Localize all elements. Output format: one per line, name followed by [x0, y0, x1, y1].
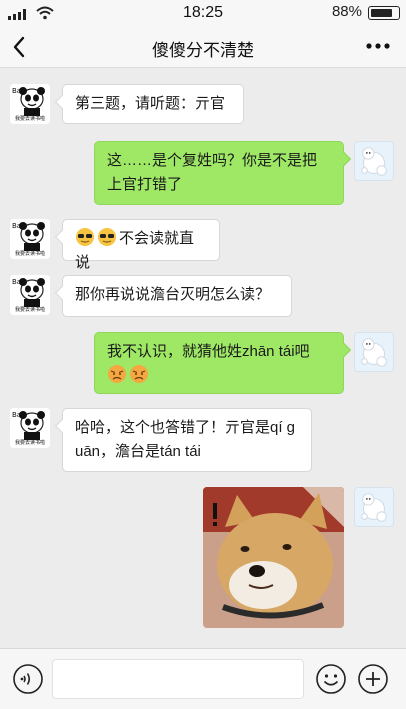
- worried-emoji: [130, 365, 148, 383]
- avatar-panda[interactable]: Bai 我要去读书啦: [10, 84, 50, 124]
- svg-text:Bai: Bai: [12, 222, 23, 230]
- avatar-stamp-text: 我要去读书啦: [14, 307, 45, 313]
- message-bubble[interactable]: 这……是个复姓吗？你是不是把上官打错了: [94, 141, 352, 205]
- avatar-panda[interactable]: Bai 我要去读书啦: [10, 219, 50, 259]
- message-bubble[interactable]: 第三题，请听题：亓官: [54, 84, 244, 124]
- message-list[interactable]: Bai 我要去读书啦 第三题，请听题：亓官 这……是个复姓吗？你是不是把上官打错…: [0, 68, 406, 648]
- message-bubble[interactable]: 我不认识，就猜他姓zhān tái吧: [94, 332, 352, 394]
- snowman-icon: [361, 338, 387, 367]
- avatar-snowman[interactable]: [354, 332, 394, 372]
- emoji-icon[interactable]: [315, 663, 347, 695]
- avatar-panda[interactable]: Bai 我要去读书啦: [10, 408, 50, 448]
- message-text: 哈哈，这个也答错了！亓官是qí guān，澹台是tán tái: [75, 419, 296, 460]
- sunglasses-emoji: [98, 228, 116, 246]
- chat-title: 傻傻分不清楚: [152, 41, 254, 60]
- avatar-snowman[interactable]: [354, 141, 394, 181]
- avatar-snowman[interactable]: [354, 487, 394, 527]
- more-dots-icon[interactable]: [364, 34, 392, 58]
- message-input[interactable]: [52, 659, 304, 699]
- svg-text:Bai: Bai: [12, 87, 23, 95]
- message-text: 第三题，请听题：亓官: [75, 95, 226, 112]
- voice-icon[interactable]: [12, 663, 44, 695]
- message-bubble[interactable]: 不会读就直说: [54, 219, 220, 271]
- message-bubble[interactable]: 那你再说说澹台灭明怎么读？: [54, 275, 292, 317]
- avatar-stamp-text: 我要去读书啦: [14, 251, 45, 257]
- sunglasses-emoji: [76, 228, 94, 246]
- input-bar: [0, 648, 406, 709]
- snowman-icon: [361, 147, 387, 176]
- worried-emoji: [108, 365, 126, 383]
- status-bar: 18:25 88%: [0, 0, 406, 26]
- chat-header: 傻傻分不清楚: [0, 26, 406, 68]
- shiba-dog-photo[interactable]: [203, 487, 344, 628]
- battery-percent: 88%: [331, 3, 362, 20]
- message-bubble[interactable]: 哈哈，这个也答错了！亓官是qí guān，澹台是tán tái: [54, 408, 312, 472]
- snowman-icon: [361, 493, 387, 522]
- message-text: 我不认识，就猜他姓zhān tái吧: [107, 343, 310, 360]
- avatar-panda[interactable]: Bai 我要去读书啦: [10, 275, 50, 315]
- svg-text:Bai: Bai: [12, 411, 23, 419]
- battery-icon: [368, 6, 400, 20]
- avatar-stamp-text: 我要去读书啦: [14, 440, 45, 446]
- message-text: 那你再说说澹台灭明怎么读？: [75, 286, 271, 303]
- message-text: 这……是个复姓吗？你是不是把上官打错了: [107, 152, 318, 193]
- avatar-stamp-text: 我要去读书啦: [14, 116, 45, 122]
- svg-text:Bai: Bai: [12, 278, 23, 286]
- plus-icon[interactable]: [357, 663, 389, 695]
